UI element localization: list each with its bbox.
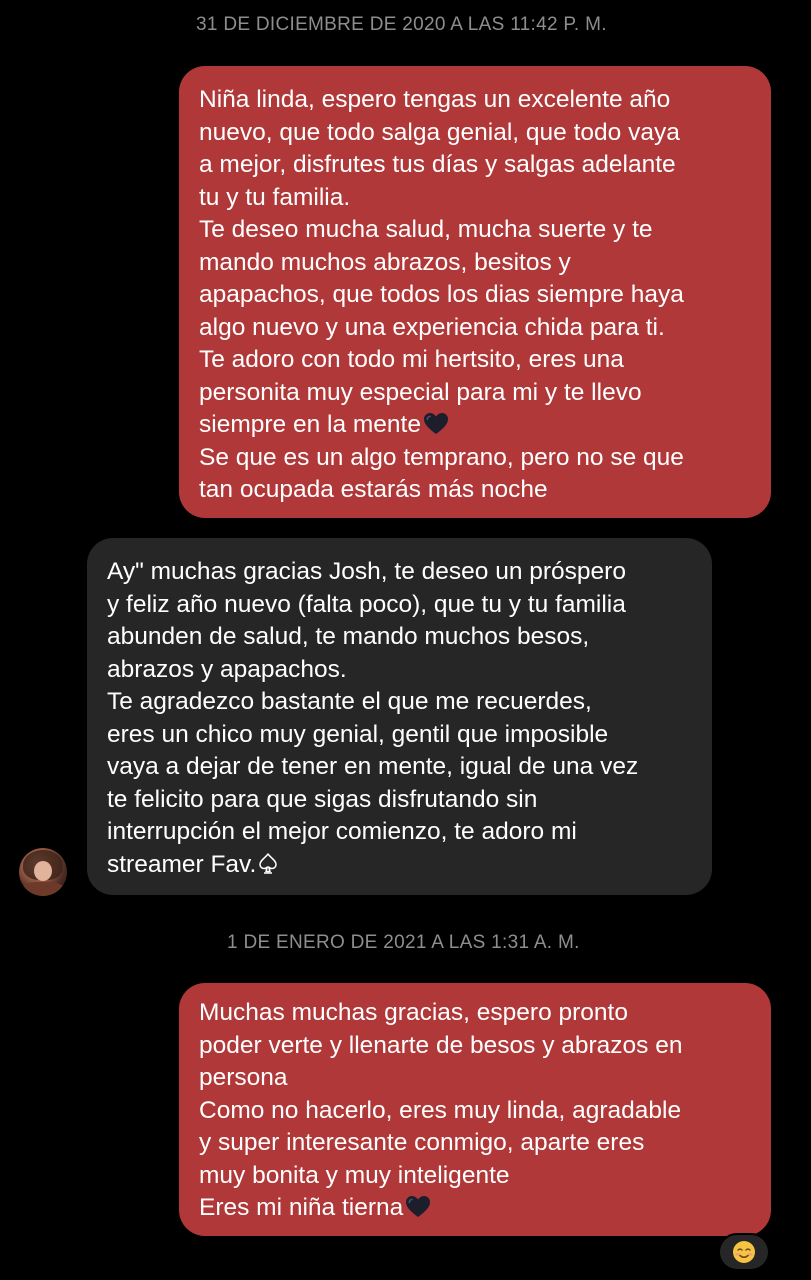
black-heart-icon xyxy=(406,1196,431,1217)
smiling-face-icon xyxy=(733,1241,755,1263)
sent-message-bubble[interactable]: Niña linda, espero tengas un excelente a… xyxy=(179,66,771,518)
message-text: Muchas muchas gracias, espero pronto pod… xyxy=(199,999,683,1221)
message-text-continued: Se que es un algo temprano, pero no se q… xyxy=(199,443,684,504)
received-message-bubble[interactable]: Ay" muchas gracias Josh, te deseo un pró… xyxy=(87,538,712,895)
message-text: Ay" muchas gracias Josh, te deseo un pró… xyxy=(107,558,639,878)
message-reaction[interactable] xyxy=(718,1233,770,1271)
message-text: Niña linda, espero tengas un excelente a… xyxy=(199,86,684,438)
black-heart-icon xyxy=(423,413,448,434)
sent-message-bubble[interactable]: Muchas muchas gracias, espero pronto pod… xyxy=(179,983,771,1236)
timestamp: 31 DE DICIEMBRE DE 2020 A LAS 11:42 P. M… xyxy=(196,14,607,35)
spade-outline-icon xyxy=(259,852,278,874)
contact-avatar[interactable] xyxy=(19,848,67,896)
timestamp: 1 DE ENERO DE 2021 A LAS 1:31 A. M. xyxy=(227,932,580,953)
